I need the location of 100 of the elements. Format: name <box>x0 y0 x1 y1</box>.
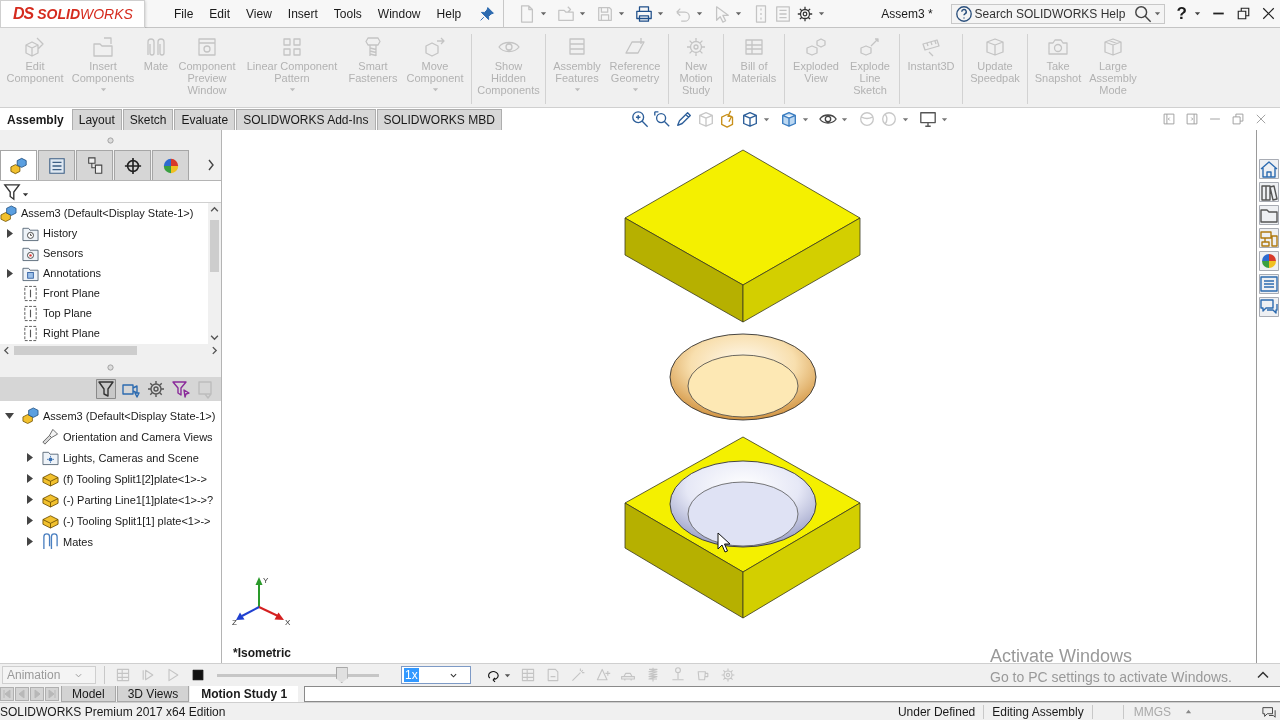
pin-icon[interactable] <box>479 5 496 22</box>
slider-thumb[interactable] <box>335 667 348 683</box>
cube-icon[interactable] <box>740 110 759 128</box>
tree-item[interactable]: Assem3 (Default<Display State-1>) <box>43 409 216 422</box>
caret-down-icon[interactable] <box>1194 10 1201 17</box>
search-icon[interactable] <box>1133 4 1152 23</box>
menu-item[interactable]: Insert <box>279 2 326 25</box>
scroll-left-icon[interactable] <box>2 346 11 355</box>
menu-item[interactable]: File <box>166 2 202 25</box>
tree-item[interactable]: Assem3 (Default<Display State-1>) <box>21 207 194 219</box>
expand-arrow-icon[interactable] <box>5 268 14 278</box>
tree-item[interactable]: Front Plane <box>43 287 100 299</box>
logo-panel[interactable]: DS SOLIDWORKS <box>0 0 145 28</box>
home-icon[interactable] <box>1258 159 1279 179</box>
scroll-down-icon[interactable] <box>210 333 219 342</box>
tree-item[interactable]: History <box>43 227 78 239</box>
settings-icon[interactable] <box>796 4 815 23</box>
blocks-icon <box>0 204 17 222</box>
tree-item[interactable]: Lights, Cameras and Scene <box>63 451 199 464</box>
magnifier-icon[interactable] <box>652 110 671 128</box>
tree-item[interactable]: Mates <box>63 535 93 548</box>
command-tab[interactable]: Layout <box>71 109 122 130</box>
tree-item[interactable]: Top Plane <box>43 307 92 319</box>
shaded-cube-icon[interactable] <box>779 110 798 128</box>
expand-arrow-icon[interactable] <box>25 537 34 546</box>
search-field[interactable]: Search SOLIDWORKS Help <box>950 3 1165 24</box>
books-icon[interactable] <box>1258 182 1279 202</box>
study-tab[interactable]: 3D Views <box>116 686 190 702</box>
chat-icon[interactable] <box>1258 297 1279 317</box>
caret-down-icon[interactable] <box>818 10 826 17</box>
study-tab[interactable]: Model <box>61 686 116 702</box>
tree-item[interactable]: Right Plane <box>43 327 100 339</box>
tiles-icon[interactable] <box>1258 228 1279 248</box>
stop-icon[interactable] <box>190 667 206 683</box>
caret-down-icon[interactable] <box>618 10 626 17</box>
panel-tab[interactable] <box>76 150 113 180</box>
restore-icon[interactable] <box>1236 6 1251 21</box>
menu-item[interactable]: Window <box>369 2 429 25</box>
menu-item[interactable]: Help <box>428 2 470 25</box>
list-icon[interactable] <box>1258 274 1279 294</box>
splitter-handle-icon[interactable] <box>107 136 114 144</box>
gear-icon[interactable] <box>146 379 166 399</box>
folder-icon[interactable] <box>1258 205 1279 225</box>
caret-down-icon[interactable] <box>657 10 665 17</box>
command-tab[interactable]: SOLIDWORKS Add-Ins <box>236 109 376 130</box>
magnifier-icon[interactable] <box>630 110 649 128</box>
caret-down-icon[interactable] <box>579 10 587 17</box>
vertical-scrollbar[interactable] <box>208 203 221 344</box>
expand-arrow-icon[interactable] <box>25 495 34 504</box>
panel-tab[interactable] <box>114 150 151 180</box>
splitter-handle-icon[interactable] <box>107 363 114 371</box>
plane-icon <box>22 304 39 322</box>
caret-down-icon[interactable] <box>735 10 743 17</box>
caret-down-icon[interactable] <box>504 671 511 679</box>
study-tab[interactable]: Motion Study 1 <box>190 686 299 702</box>
command-tab[interactable]: Evaluate <box>174 109 236 130</box>
chevron-right-icon[interactable] <box>207 159 215 171</box>
tree-item[interactable]: Sensors <box>43 247 84 259</box>
search-input[interactable]: Search SOLIDWORKS Help <box>974 6 1132 21</box>
caret-down-icon[interactable] <box>696 10 704 17</box>
x-axis-arrow <box>258 606 284 620</box>
plane-icon <box>22 284 39 302</box>
monitor-icon[interactable] <box>918 110 937 128</box>
menu-item[interactable]: View <box>238 2 280 25</box>
tree-item[interactable]: (f) Tooling Split1[2]plate<1>-> <box>63 472 207 485</box>
expand-arrow-icon[interactable] <box>25 474 34 483</box>
panel-left-icon[interactable] <box>1162 112 1176 126</box>
panel-right-icon[interactable] <box>1185 112 1199 126</box>
caret-down-icon[interactable] <box>22 191 29 198</box>
menu-item[interactable]: Edit <box>201 2 239 25</box>
print-icon[interactable] <box>635 4 654 23</box>
help-button[interactable]: ? <box>1174 3 1189 24</box>
scroll-up-icon[interactable] <box>210 205 219 214</box>
tree-item[interactable]: (-) Parting Line1[1]plate<1>->? <box>63 493 214 506</box>
command-tab[interactable]: Sketch <box>122 109 174 130</box>
expand-arrow-icon[interactable] <box>25 516 34 525</box>
caret-up-icon[interactable] <box>1257 671 1269 679</box>
tree-item[interactable]: (-) Tooling Split1[1] plate<1>-> <box>63 514 211 527</box>
funnel-icon[interactable] <box>171 379 191 399</box>
funnel-icon[interactable] <box>96 379 116 399</box>
expand-arrow-icon[interactable] <box>5 228 14 238</box>
speech-bubble-icon[interactable] <box>1262 704 1276 719</box>
menu-item[interactable]: Tools <box>325 2 370 25</box>
scroll-right-icon[interactable] <box>210 346 219 355</box>
color-wheel-icon[interactable] <box>1258 251 1279 271</box>
help-circle-icon[interactable] <box>954 4 973 23</box>
funnel-icon[interactable] <box>3 182 21 201</box>
expand-arrow-icon[interactable] <box>5 411 14 420</box>
scrollbar-thumb[interactable] <box>14 346 137 355</box>
tree-item[interactable]: Annotations <box>43 267 102 279</box>
pencil-icon[interactable] <box>674 110 693 128</box>
caret-down-icon[interactable] <box>450 671 457 679</box>
expand-arrow-icon[interactable] <box>25 453 34 462</box>
tree-item[interactable]: Orientation and Camera Views <box>63 430 213 443</box>
paperclip-icon <box>42 533 59 550</box>
caret-down-icon[interactable] <box>1153 10 1161 17</box>
command-tab[interactable]: SOLIDWORKS MBD <box>376 109 502 130</box>
scrollbar-thumb[interactable] <box>210 220 219 272</box>
close-icon[interactable] <box>1261 6 1276 21</box>
caret-down-icon[interactable] <box>540 10 548 17</box>
